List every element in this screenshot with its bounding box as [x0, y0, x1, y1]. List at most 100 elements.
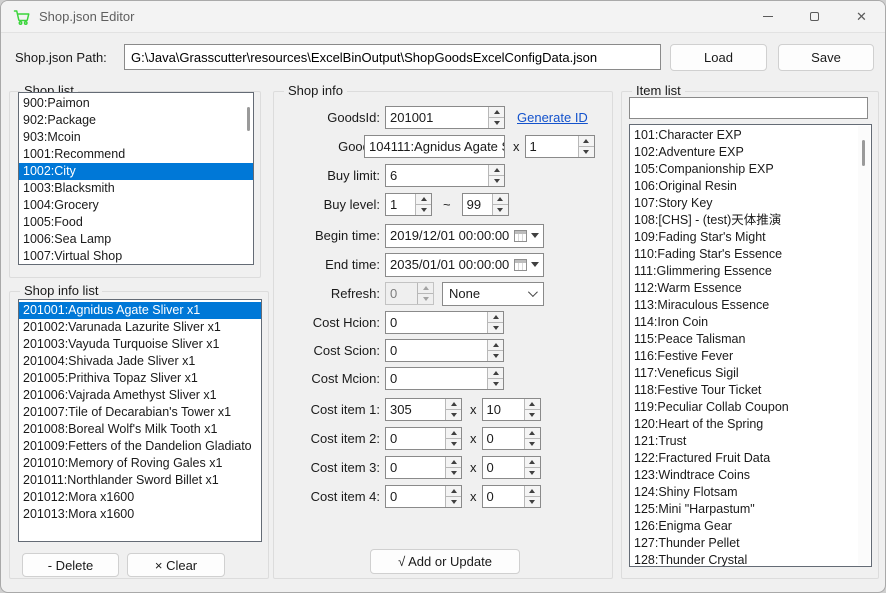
cost-item-1-id-spinner[interactable]: 305 — [385, 398, 462, 421]
item-list-item[interactable]: 126:Enigma Gear — [630, 518, 871, 535]
path-input[interactable] — [124, 44, 661, 70]
cost-item-4-count-spinner[interactable]: 0 — [482, 485, 541, 508]
item-list-item[interactable]: 121:Trust — [630, 433, 871, 450]
item-search-input[interactable] — [629, 97, 868, 119]
spin-down-button[interactable] — [525, 496, 540, 507]
spin-down-button[interactable] — [525, 467, 540, 478]
spin-up-button[interactable] — [488, 340, 503, 350]
spin-up-button[interactable] — [488, 368, 503, 378]
shop-listbox[interactable]: 900:Paimon902:Package903:Mcoin1001:Recom… — [18, 92, 254, 265]
spin-down-button[interactable] — [489, 175, 504, 186]
spin-up-button[interactable] — [488, 312, 503, 322]
cost-mcion-spinner[interactable]: 0 — [385, 367, 504, 390]
item-list-item[interactable]: 128:Thunder Crystal — [630, 552, 871, 567]
shop-info-list-item[interactable]: 201001:Agnidus Agate Sliver x1 — [19, 302, 261, 319]
spin-up-button[interactable] — [525, 399, 540, 409]
cost-item-1-count-spinner[interactable]: 10 — [482, 398, 541, 421]
load-button[interactable]: Load — [670, 44, 767, 71]
spin-up-button[interactable] — [525, 457, 540, 467]
cost-item-3-count-spinner[interactable]: 0 — [482, 456, 541, 479]
item-list-item[interactable]: 101:Character EXP — [630, 127, 871, 144]
spin-up-button[interactable] — [493, 194, 508, 204]
spin-up-button[interactable] — [446, 457, 461, 467]
generate-id-link[interactable]: Generate ID — [517, 110, 588, 125]
spin-down-button[interactable] — [446, 496, 461, 507]
item-list-item[interactable]: 124:Shiny Flotsam — [630, 484, 871, 501]
shop-info-listbox[interactable]: 201001:Agnidus Agate Sliver x1201002:Var… — [18, 299, 262, 542]
shop-list-item[interactable]: 1002:City — [19, 163, 253, 180]
clear-button[interactable]: × Clear — [127, 553, 225, 577]
item-list-item[interactable]: 112:Warm Essence — [630, 280, 871, 297]
spin-down-button[interactable] — [416, 204, 431, 215]
shop-info-list-item[interactable]: 201010:Memory of Roving Gales x1 — [19, 455, 261, 472]
spin-down-button[interactable] — [579, 146, 594, 157]
shop-info-list-item[interactable]: 201002:Varunada Lazurite Sliver x1 — [19, 319, 261, 336]
spin-down-button[interactable] — [493, 204, 508, 215]
cost-item-3-id-spinner[interactable]: 0 — [385, 456, 462, 479]
spin-down-button[interactable] — [488, 322, 503, 333]
shop-info-list-item[interactable]: 201008:Boreal Wolf's Milk Tooth x1 — [19, 421, 261, 438]
item-list-scrollbar-thumb[interactable] — [862, 140, 865, 166]
shop-info-list-item[interactable]: 201013:Mora x1600 — [19, 506, 261, 523]
shop-info-list-item[interactable]: 201007:Tile of Decarabian's Tower x1 — [19, 404, 261, 421]
item-list-item[interactable]: 122:Fractured Fruit Data — [630, 450, 871, 467]
item-list-item[interactable]: 106:Original Resin — [630, 178, 871, 195]
shop-list-item[interactable]: 902:Package — [19, 112, 253, 129]
shop-info-list-item[interactable]: 201011:Northlander Sword Billet x1 — [19, 472, 261, 489]
item-list-item[interactable]: 113:Miraculous Essence — [630, 297, 871, 314]
shop-info-list-item[interactable]: 201003:Vayuda Turquoise Sliver x1 — [19, 336, 261, 353]
shop-info-list-item[interactable]: 201006:Vajrada Amethyst Sliver x1 — [19, 387, 261, 404]
spin-down-button[interactable] — [488, 350, 503, 361]
item-list-item[interactable]: 109:Fading Star's Might — [630, 229, 871, 246]
end-time-picker[interactable]: 2035/01/01 00:00:00 — [385, 253, 544, 277]
item-list-item[interactable]: 123:Windtrace Coins — [630, 467, 871, 484]
spin-up-button[interactable] — [489, 107, 504, 117]
item-listbox[interactable]: 101:Character EXP102:Adventure EXP105:Co… — [629, 124, 872, 567]
save-button[interactable]: Save — [778, 44, 874, 71]
shop-list-item[interactable]: 1007:Virtual Shop — [19, 248, 253, 265]
cost-scion-spinner[interactable]: 0 — [385, 339, 504, 362]
cost-item-4-id-spinner[interactable]: 0 — [385, 485, 462, 508]
spin-down-button[interactable] — [488, 378, 503, 389]
item-list-item[interactable]: 116:Festive Fever — [630, 348, 871, 365]
shop-info-list-item[interactable]: 201012:Mora x1600 — [19, 489, 261, 506]
item-list-item[interactable]: 107:Story Key — [630, 195, 871, 212]
shop-list-item[interactable]: 1005:Food — [19, 214, 253, 231]
shop-list-item[interactable]: 1003:Blacksmith — [19, 180, 253, 197]
buy-level-max-spinner[interactable]: 99 — [462, 193, 509, 216]
maximize-button[interactable] — [791, 1, 838, 32]
item-list-item[interactable]: 110:Fading Star's Essence — [630, 246, 871, 263]
delete-button[interactable]: - Delete — [22, 553, 119, 577]
cost-hcion-spinner[interactable]: 0 — [385, 311, 504, 334]
minimize-button[interactable] — [744, 1, 791, 32]
buy-level-min-spinner[interactable]: 1 — [385, 193, 432, 216]
shop-list-item[interactable]: 903:Mcoin — [19, 129, 253, 146]
spin-down-button[interactable] — [446, 467, 461, 478]
spin-down-button[interactable] — [446, 438, 461, 449]
item-list-item[interactable]: 114:Iron Coin — [630, 314, 871, 331]
goods-combobox[interactable]: 104111:Agnidus Agate S — [364, 135, 505, 158]
spin-up-button[interactable] — [525, 428, 540, 438]
item-list-item[interactable]: 102:Adventure EXP — [630, 144, 871, 161]
spin-up-button[interactable] — [489, 165, 504, 175]
cost-item-2-id-spinner[interactable]: 0 — [385, 427, 462, 450]
spin-up-button[interactable] — [525, 486, 540, 496]
item-list-item[interactable]: 119:Peculiar Collab Coupon — [630, 399, 871, 416]
close-button[interactable]: ✕ — [838, 1, 885, 32]
shop-list-scrollbar[interactable] — [247, 107, 250, 131]
item-list-item[interactable]: 118:Festive Tour Ticket — [630, 382, 871, 399]
shop-list-item[interactable]: 1004:Grocery — [19, 197, 253, 214]
spin-down-button[interactable] — [525, 438, 540, 449]
spin-up-button[interactable] — [446, 428, 461, 438]
shop-list-item[interactable]: 900:Paimon — [19, 95, 253, 112]
item-list-item[interactable]: 105:Companionship EXP — [630, 161, 871, 178]
shop-list-item[interactable]: 1006:Sea Lamp — [19, 231, 253, 248]
shop-info-list-item[interactable]: 201005:Prithiva Topaz Sliver x1 — [19, 370, 261, 387]
spin-up-button[interactable] — [446, 399, 461, 409]
item-list-item[interactable]: 125:Mini "Harpastum" — [630, 501, 871, 518]
spin-up-button[interactable] — [416, 194, 431, 204]
add-or-update-button[interactable]: √ Add or Update — [370, 549, 520, 574]
spin-up-button[interactable] — [446, 486, 461, 496]
refresh-mode-combobox[interactable]: None — [442, 282, 544, 306]
item-list-item[interactable]: 115:Peace Talisman — [630, 331, 871, 348]
